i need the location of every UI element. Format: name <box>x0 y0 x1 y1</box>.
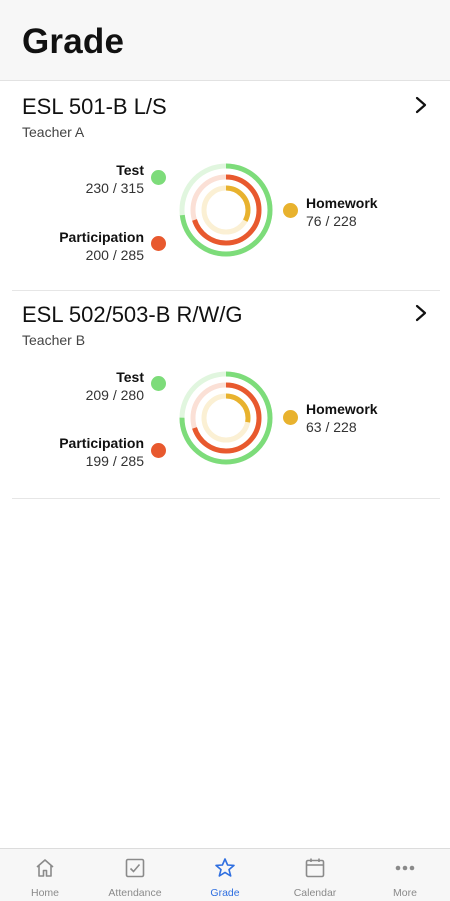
homework-value: 63 / 228 <box>306 419 357 435</box>
participation-metric: Participation 200 / 285 <box>59 228 144 264</box>
tab-label: Home <box>30 887 59 899</box>
test-dot <box>151 376 166 391</box>
tab-more[interactable]: More <box>360 849 450 901</box>
home-icon <box>36 859 54 877</box>
test-label: Test <box>116 369 144 385</box>
participation-value: 199 / 285 <box>85 453 144 469</box>
progress-rings <box>179 163 273 257</box>
tab-grade[interactable]: Grade <box>180 849 270 901</box>
homework-label: Homework <box>306 195 378 211</box>
chevron-right-icon[interactable] <box>414 304 428 322</box>
homework-dot <box>283 203 298 218</box>
test-label: Test <box>116 162 144 178</box>
checkbox-icon <box>125 858 145 878</box>
calendar-icon <box>305 858 325 878</box>
participation-dot <box>151 443 166 458</box>
chevron-right-icon[interactable] <box>414 96 428 114</box>
test-dot <box>151 170 166 185</box>
homework-label: Homework <box>306 401 378 417</box>
participation-value: 200 / 285 <box>85 247 144 263</box>
participation-label: Participation <box>59 229 144 245</box>
progress-rings <box>179 371 273 465</box>
page-title: Grade <box>22 22 125 61</box>
tab-attendance[interactable]: Attendance <box>90 849 180 901</box>
star-icon <box>215 858 235 877</box>
tab-label: Attendance <box>108 887 162 899</box>
tab-bar: Home Attendance Grade Calendar More <box>0 848 450 901</box>
tab-home[interactable]: Home <box>0 849 90 901</box>
participation-metric: Participation 199 / 285 <box>59 434 144 470</box>
tab-calendar[interactable]: Calendar <box>270 849 360 901</box>
tab-label: Grade <box>210 887 240 899</box>
test-metric: Test 209 / 280 <box>86 368 144 404</box>
course-card[interactable]: ESL 502/503-B R/W/G Teacher B Test 209 /… <box>12 290 440 499</box>
homework-metric: Homework 63 / 228 <box>306 400 378 436</box>
test-metric: Test 230 / 315 <box>86 161 144 197</box>
more-icon <box>395 865 415 871</box>
tab-label: Calendar <box>293 887 337 899</box>
homework-metric: Homework 76 / 228 <box>306 194 378 230</box>
homework-value: 76 / 228 <box>306 213 357 229</box>
course-card[interactable]: ESL 501-B L/S Teacher A Test 230 / 315 P… <box>12 82 440 291</box>
tab-label: More <box>393 887 417 899</box>
course-title: ESL 501-B L/S <box>22 94 167 119</box>
participation-label: Participation <box>59 435 144 451</box>
course-title: ESL 502/503-B R/W/G <box>22 302 243 327</box>
participation-dot <box>151 236 166 251</box>
test-value: 230 / 315 <box>85 180 144 196</box>
course-teacher: Teacher B <box>22 332 86 348</box>
test-value: 209 / 280 <box>85 387 144 403</box>
homework-dot <box>283 410 298 425</box>
header-bar: Grade <box>0 0 450 81</box>
course-teacher: Teacher A <box>22 124 85 140</box>
